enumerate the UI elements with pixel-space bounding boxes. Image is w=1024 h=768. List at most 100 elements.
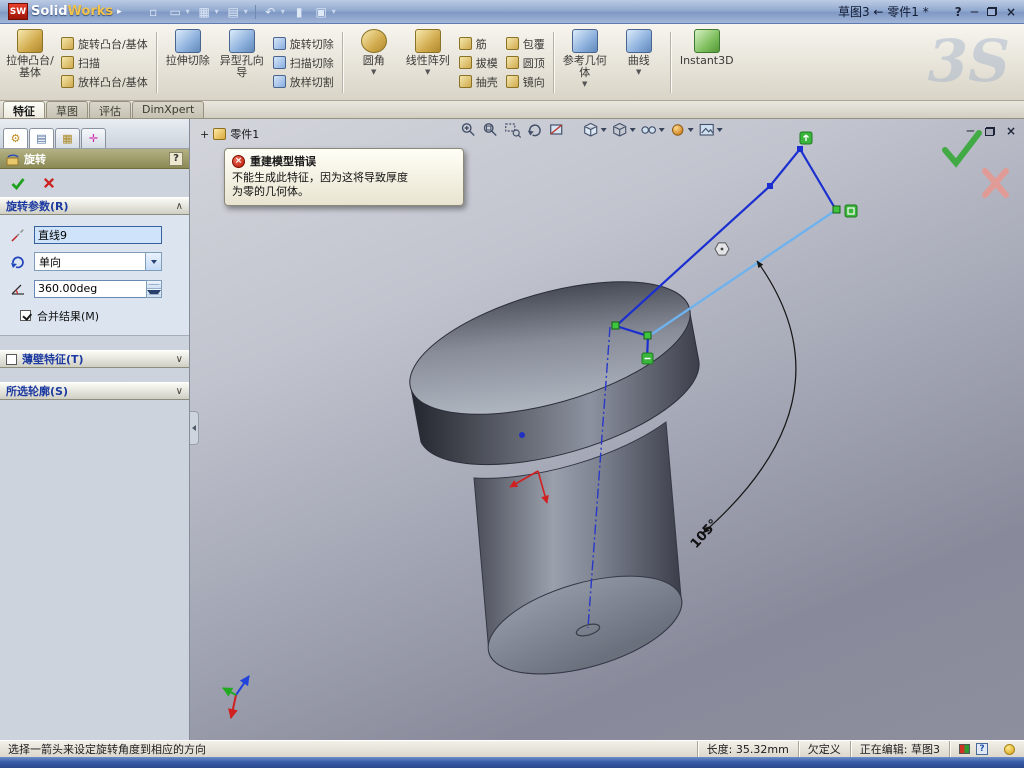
display-style-caret-icon[interactable] <box>629 128 636 132</box>
tab-features[interactable]: 特征 <box>3 101 45 118</box>
fillet-button[interactable]: 圆角 ▼ <box>348 27 400 98</box>
dimxpert-manager-tab[interactable]: ✛ <box>81 128 106 148</box>
sketch-point[interactable] <box>832 205 841 214</box>
mirror-button[interactable]: 镜向 <box>505 74 545 89</box>
dimension-value[interactable]: 105° <box>688 517 722 552</box>
reference-geometry-button[interactable]: 参考几何体 ▼ <box>559 27 611 98</box>
reverse-direction-icon[interactable] <box>8 253 28 271</box>
extrude-cut-button[interactable]: 拉伸切除 <box>162 27 214 98</box>
print-caret-icon[interactable]: ▾ <box>244 7 248 16</box>
selected-contours-section-header[interactable]: 所选轮廓(S) ∨ <box>0 382 189 400</box>
dome-button[interactable]: 圆顶 <box>505 55 545 70</box>
dropdown-arrow-icon[interactable] <box>145 253 161 270</box>
options-icon[interactable] <box>314 5 329 19</box>
curves-caret-icon[interactable]: ▼ <box>636 68 641 76</box>
view-orientation-caret-icon[interactable] <box>600 128 607 132</box>
undo-icon[interactable] <box>263 5 278 19</box>
revolve-params-section-header[interactable]: 旋转参数(R) ∧ <box>0 197 189 215</box>
loft-boss-button[interactable]: 放样凸台/基体 <box>61 74 148 89</box>
tab-sketch[interactable]: 草图 <box>46 101 88 118</box>
close-button[interactable]: × <box>1006 5 1016 19</box>
tab-dimxpert[interactable]: DimXpert <box>132 101 205 118</box>
expand-chevron-icon[interactable]: ∨ <box>176 354 183 365</box>
fillet-caret-icon[interactable]: ▼ <box>371 68 376 76</box>
quick-tips-icon[interactable]: ? <box>976 743 988 755</box>
hide-show-caret-icon[interactable] <box>658 128 665 132</box>
hole-wizard-button[interactable]: 异型孔向导 <box>216 27 268 98</box>
thin-feature-checkbox[interactable] <box>6 353 17 365</box>
zoom-in-icon[interactable] <box>460 122 478 138</box>
help-button[interactable]: ? <box>955 5 962 19</box>
view-orientation-icon[interactable] <box>582 122 607 138</box>
rebuild-icon[interactable] <box>292 5 307 19</box>
open-document-icon[interactable] <box>168 5 183 19</box>
save-icon[interactable] <box>197 5 212 19</box>
curves-button[interactable]: 曲线 ▼ <box>613 27 665 98</box>
shell-button[interactable]: 抽壳 <box>458 74 498 89</box>
angle-field[interactable] <box>34 279 146 298</box>
collapse-chevron-icon[interactable]: ∧ <box>176 201 183 212</box>
menu-expand-icon[interactable]: ▸ <box>117 7 122 17</box>
zoom-area-icon[interactable] <box>504 122 522 138</box>
confirm-cancel-button[interactable] <box>982 168 1009 198</box>
linear-pattern-caret-icon[interactable]: ▼ <box>425 68 430 76</box>
tree-root-label[interactable]: 零件1 <box>230 126 259 142</box>
scene-icon[interactable] <box>698 122 723 138</box>
angle-dimension[interactable]: 105° <box>688 260 797 552</box>
instant3d-button[interactable]: Instant3D <box>676 27 738 98</box>
graphics-area[interactable]: 105° ─ × + 零件1 × 重建模型错误 不能生成此特征，因为这将导致厚度… <box>190 119 1024 740</box>
draft-button[interactable]: 拔模 <box>458 55 498 70</box>
save-caret-icon[interactable]: ▾ <box>215 7 219 16</box>
spin-up-icon[interactable] <box>147 280 161 289</box>
scene-caret-icon[interactable] <box>716 128 723 132</box>
extrude-boss-button[interactable]: 拉伸凸台/基体 <box>4 27 56 98</box>
open-caret-icon[interactable]: ▾ <box>186 7 190 16</box>
revolved-part-model[interactable] <box>395 255 704 693</box>
reference-geometry-caret-icon[interactable]: ▼ <box>582 80 587 88</box>
cancel-button[interactable] <box>42 176 56 190</box>
sweep-button[interactable]: 扫描 <box>61 55 148 70</box>
dimension-arc[interactable] <box>702 260 797 534</box>
tab-evaluate[interactable]: 评估 <box>89 101 131 118</box>
minimize-button[interactable]: ─ <box>971 5 978 19</box>
tip-lamp-icon[interactable] <box>1004 743 1015 755</box>
units-toggle-icon[interactable] <box>959 744 970 754</box>
ok-button[interactable] <box>10 176 26 191</box>
relation-badge-midpoint[interactable] <box>641 352 654 365</box>
sketch-origin-point[interactable] <box>519 432 525 438</box>
sweep-cut-button[interactable]: 扫描切除 <box>272 55 334 70</box>
doc-close-button[interactable]: × <box>1006 124 1016 138</box>
appearance-icon[interactable] <box>669 122 694 138</box>
sketch-point[interactable] <box>611 321 620 330</box>
relation-badge-coincident[interactable] <box>844 204 858 218</box>
selected-sketch-line[interactable] <box>651 209 837 335</box>
sketch-point[interactable] <box>643 331 652 340</box>
configuration-manager-tab[interactable]: ▦ <box>55 128 80 148</box>
sketch-vertex[interactable] <box>797 146 803 152</box>
sketch-vertex[interactable] <box>767 183 773 189</box>
zoom-fit-icon[interactable] <box>482 122 500 138</box>
hide-show-items-icon[interactable] <box>640 122 665 138</box>
spin-down-icon[interactable] <box>147 289 161 297</box>
linear-pattern-button[interactable]: 线性阵列 ▼ <box>402 27 454 98</box>
tree-expand-icon[interactable]: + <box>200 128 209 141</box>
property-manager-tab[interactable]: ▤ <box>29 128 54 148</box>
wrap-button[interactable]: 包覆 <box>505 36 545 51</box>
revolve-cut-button[interactable]: 旋转切除 <box>272 36 334 51</box>
options-caret-icon[interactable]: ▾ <box>332 7 336 16</box>
merge-result-checkbox[interactable] <box>20 310 31 321</box>
panel-help-button[interactable]: ? <box>169 151 183 166</box>
feature-manager-tab[interactable]: ⚙ <box>3 128 28 148</box>
expand-chevron-icon[interactable]: ∨ <box>176 386 183 397</box>
undo-caret-icon[interactable]: ▾ <box>281 7 285 16</box>
new-document-icon[interactable] <box>146 5 161 19</box>
loft-cut-button[interactable]: 放样切割 <box>272 74 334 89</box>
axis-of-revolution-field[interactable] <box>34 225 162 244</box>
doc-restore-button[interactable] <box>984 126 995 136</box>
relation-badge-vertical[interactable] <box>799 131 813 145</box>
rotate-view-icon[interactable] <box>526 122 544 138</box>
graphics-viewport[interactable]: 105° <box>190 119 1024 740</box>
thin-feature-section-header[interactable]: 薄壁特征(T) ∨ <box>0 350 189 368</box>
restore-button[interactable] <box>986 7 997 16</box>
section-view-icon[interactable] <box>548 122 566 138</box>
